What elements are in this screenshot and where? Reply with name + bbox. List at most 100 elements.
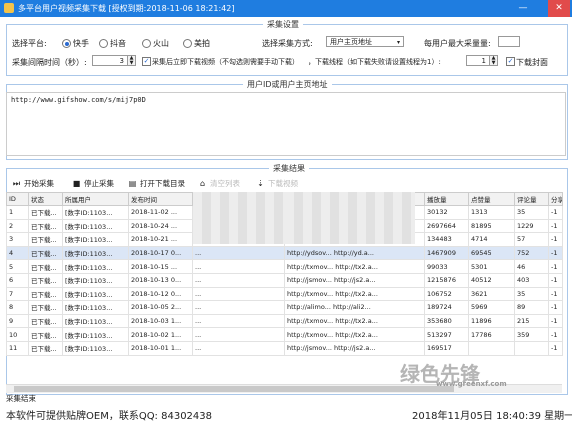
- platform-radio-kuaishou[interactable]: [62, 39, 71, 48]
- table-cell-user: [数字ID:1103...: [62, 300, 129, 315]
- user-url-textarea[interactable]: http://www.gifshow.com/s/mij7p0D: [6, 92, 566, 156]
- table-cell-plays: 1215876: [424, 272, 469, 288]
- column-header[interactable]: 所属用户: [62, 192, 129, 206]
- platform-label-kuaishou[interactable]: 快手: [73, 38, 89, 49]
- table-cell-user: [数字ID:1103...: [62, 218, 129, 234]
- download-cover-label: 下载封面: [516, 58, 548, 67]
- table-row[interactable]: 5 已下载... [数字ID:1103... 2018-10-15 ...... htt…: [6, 259, 563, 274]
- scrollbar-thumb[interactable]: [14, 386, 454, 392]
- app-icon: [4, 3, 14, 13]
- interval-input[interactable]: 3: [92, 55, 128, 66]
- column-header[interactable]: 发布时间: [128, 192, 193, 206]
- table-row[interactable]: 11 已下载... [数字ID:1103... 2018-10-01 1...... h…: [6, 340, 563, 356]
- auto-download-checkbox[interactable]: ✓: [142, 57, 151, 66]
- stop-collect-label: 停止采集: [84, 179, 114, 188]
- threads-input[interactable]: 1: [466, 55, 490, 66]
- oem-contact-text: 本软件可提供贴牌OEM，联系QQ: 84302438: [6, 411, 213, 422]
- table-cell-comments: 89: [514, 300, 549, 315]
- table-cell-desc: ...: [192, 259, 285, 274]
- clear-list-button[interactable]: ⌂ 清空列表: [198, 178, 240, 190]
- table-cell-comments: 35: [514, 205, 549, 220]
- clear-list-label: 清空列表: [210, 179, 240, 188]
- table-cell-id: 2: [6, 218, 29, 234]
- stop-collect-button[interactable]: ■ 停止采集: [72, 178, 114, 190]
- table-cell-likes: 5301: [468, 259, 515, 274]
- platform-radio-meipai[interactable]: [183, 39, 192, 48]
- table-cell-status: 已下载...: [28, 218, 63, 234]
- table-cell-shares: -1: [548, 218, 563, 234]
- mode-select[interactable]: 用户主页地址 ▾: [326, 36, 404, 47]
- column-header[interactable]: 分享量: [548, 192, 563, 206]
- table-cell-id: 8: [6, 300, 29, 315]
- column-header[interactable]: 状态: [28, 192, 63, 206]
- table-row[interactable]: 9 已下载... [数字ID:1103... 2018-10-03 1...... ht…: [6, 313, 563, 329]
- open-folder-button[interactable]: ▤ 打开下载目录: [128, 178, 185, 190]
- platform-label-huoshan[interactable]: 火山: [153, 38, 169, 49]
- settings-group-title: 采集设置: [263, 19, 303, 30]
- minimize-button[interactable]: —: [512, 0, 534, 17]
- table-row[interactable]: 10 已下载... [数字ID:1103... 2018-10-02 1...... h…: [6, 327, 563, 342]
- table-cell-comments: 57: [514, 232, 549, 247]
- table-cell-id: 9: [6, 313, 29, 329]
- start-collect-button[interactable]: ⏭ 开始采集: [12, 178, 54, 190]
- platform-label-meipai[interactable]: 美拍: [194, 38, 210, 49]
- table-cell-id: 1: [6, 205, 29, 220]
- table-cell-id: 5: [6, 259, 29, 274]
- table-row[interactable]: 7 已下载... [数字ID:1103... 2018-10-12 0...... ht…: [6, 286, 563, 302]
- platform-radio-douyin[interactable]: [99, 39, 108, 48]
- table-cell-status: 已下载...: [28, 313, 63, 329]
- table-cell-likes: [468, 340, 515, 356]
- close-button[interactable]: ✕: [548, 0, 570, 17]
- table-cell-plays: 353680: [424, 313, 469, 329]
- stop-icon: ■: [72, 179, 81, 188]
- table-row[interactable]: 8 已下载... [数字ID:1103... 2018-10-05 2...... ht…: [6, 300, 563, 315]
- start-collect-label: 开始采集: [24, 179, 54, 188]
- chevron-down-icon: ▾: [396, 39, 400, 46]
- table-cell-url: http://txmov... http://tx2.a...: [284, 313, 425, 329]
- platform-label-douyin[interactable]: 抖音: [110, 38, 126, 49]
- table-cell-url: http://txmov... http://tx2.a...: [284, 259, 425, 274]
- table-cell-comments: 359: [514, 327, 549, 342]
- threads-label: ，下载线程（如下载失败请设置线程为1）:: [308, 58, 441, 66]
- column-header[interactable]: 评论量: [514, 192, 549, 206]
- table-cell-desc: ...: [192, 327, 285, 342]
- table-row[interactable]: 4 已下载... [数字ID:1103... 2018-10-17 0...... ht…: [6, 245, 563, 261]
- table-cell-status: 已下载...: [28, 286, 63, 302]
- column-header[interactable]: 点赞量: [468, 192, 515, 206]
- table-cell-likes: 81895: [468, 218, 515, 234]
- mode-select-value: 用户主页地址: [330, 38, 372, 46]
- table-cell-time: 2018-10-01 1...: [128, 340, 193, 356]
- table-cell-desc: ...: [192, 286, 285, 302]
- threads-stepper[interactable]: ▲ ▼: [490, 55, 498, 66]
- table-cell-time: 2018-10-24 ...: [128, 218, 193, 234]
- download-video-label: 下载视频: [268, 179, 298, 188]
- window-title: 多平台用户视频采集下载 [授权到期:2018-11-06 18:21:42]: [18, 4, 235, 13]
- table-cell-status: 已下载...: [28, 327, 63, 342]
- table-cell-time: 2018-10-03 1...: [128, 313, 193, 329]
- download-cover-checkbox[interactable]: ✓: [506, 57, 515, 66]
- table-cell-shares: -1: [548, 286, 563, 302]
- interval-label: 采集间隔时间（秒）:: [12, 58, 87, 67]
- download-video-button[interactable]: ⇣ 下载视频: [256, 178, 298, 190]
- table-cell-status: 已下载...: [28, 245, 63, 261]
- status-text: 采集结束: [6, 394, 36, 403]
- column-header[interactable]: 播放量: [424, 192, 469, 206]
- table-row[interactable]: 6 已下载... [数字ID:1103... 2018-10-13 0...... ht…: [6, 272, 563, 288]
- max-per-user-input[interactable]: [498, 36, 520, 47]
- table-cell-desc: ...: [192, 272, 285, 288]
- table-cell-status: 已下载...: [28, 205, 63, 220]
- url-group-title: 用户ID或用户主页地址: [243, 79, 332, 90]
- column-header[interactable]: ID: [6, 192, 29, 206]
- table-cell-user: [数字ID:1103...: [62, 205, 129, 220]
- table-cell-shares: -1: [548, 340, 563, 356]
- table-cell-likes: 5969: [468, 300, 515, 315]
- platform-radio-huoshan[interactable]: [142, 39, 151, 48]
- table-cell-desc: ...: [192, 313, 285, 329]
- redacted-region: [193, 192, 285, 244]
- table-cell-plays: 513297: [424, 327, 469, 342]
- max-per-user-label: 每用户最大采量量:: [424, 39, 491, 48]
- table-cell-shares: -1: [548, 232, 563, 247]
- interval-stepper[interactable]: ▲ ▼: [128, 55, 136, 66]
- table-cell-id: 10: [6, 327, 29, 342]
- table-cell-url: http://txmov... http://tx2.a...: [284, 286, 425, 302]
